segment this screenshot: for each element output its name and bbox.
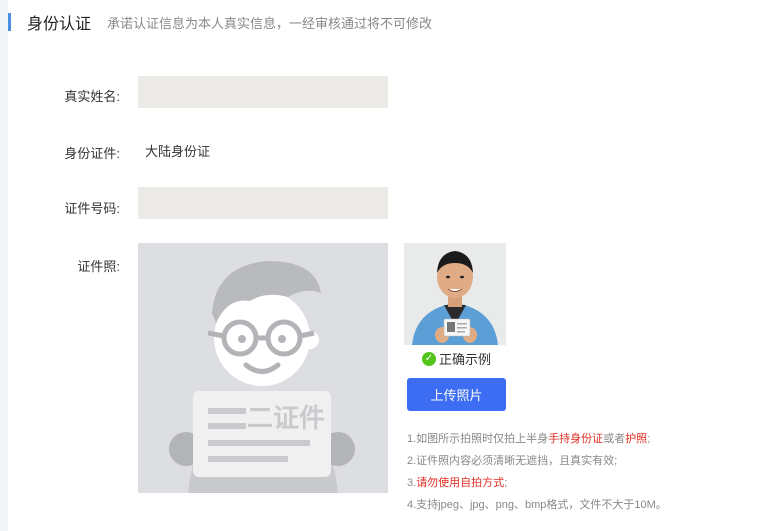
id-photo-upload-area[interactable]: 二证件 xyxy=(138,243,388,493)
upload-tips: 1.如图所示拍照时仅拍上半身手持身份证或者护照; 2.证件照内容必须清晰无遮挡，… xyxy=(407,428,667,516)
id-type-label: 身份证件: xyxy=(64,146,120,161)
id-card-placeholder-illustration: 二证件 xyxy=(169,261,355,493)
section-title: 身份认证 xyxy=(27,16,92,33)
tip-line-3: 3.请勿使用自拍方式; xyxy=(407,477,508,489)
real-name-label: 真实姓名: xyxy=(64,89,120,104)
id-number-input[interactable] xyxy=(138,187,388,219)
sample-caption: ✓ 正确示例 xyxy=(422,349,491,368)
check-circle-icon: ✓ xyxy=(422,351,436,366)
section-header: 身份认证 承诺认证信息为本人真实信息，一经审核通过将不可修改 xyxy=(8,8,432,36)
left-gutter xyxy=(0,0,8,531)
card-placeholder-text: 二证件 xyxy=(247,404,325,434)
sample-caption-text: 正确示例 xyxy=(439,352,492,367)
sample-photo xyxy=(404,243,506,345)
upload-photo-button[interactable]: 上传照片 xyxy=(407,378,506,411)
id-number-label: 证件号码: xyxy=(64,201,120,216)
id-type-value: 大陆身份证 xyxy=(145,144,211,159)
id-photo-label: 证件照: xyxy=(77,259,120,274)
sample-person-image xyxy=(404,243,506,345)
tip-line-1: 1.如图所示拍照时仅拍上半身手持身份证或者护照; xyxy=(407,433,651,445)
real-name-input[interactable] xyxy=(138,76,388,108)
accent-bar xyxy=(8,13,11,31)
tip-line-2: 2.证件照内容必须清晰无遮挡，且真实有效; xyxy=(407,455,618,467)
section-subtitle: 承诺认证信息为本人真实信息，一经审核通过将不可修改 xyxy=(107,15,433,31)
tip-line-4: 4.支持jpeg、jpg、png、bmp格式，文件不大于10M。 xyxy=(407,499,667,511)
